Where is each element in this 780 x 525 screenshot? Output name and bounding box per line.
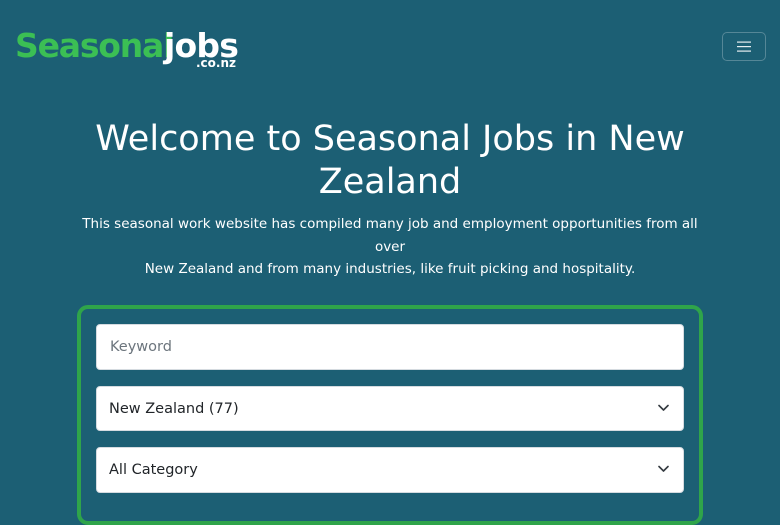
region-select-value: New Zealand (77) (109, 400, 239, 417)
chevron-down-icon (658, 404, 669, 411)
hero-description: This seasonal work website has compiled … (78, 213, 702, 281)
navbar-toggle-button[interactable] (722, 32, 766, 61)
category-select-value: All Category (109, 462, 198, 478)
region-select[interactable]: New Zealand (77) (96, 386, 684, 431)
hamburger-menu-icon (737, 41, 751, 52)
hero-description-line-1: This seasonal work website has compiled … (82, 216, 698, 255)
keyword-field[interactable] (96, 324, 684, 370)
keyword-input[interactable] (110, 339, 683, 355)
page-title: Welcome to Seasonal Jobs in New Zealand (95, 119, 685, 202)
category-select[interactable]: All Category (96, 447, 684, 493)
navbar: Seasonal jobs .co.nz (0, 0, 780, 92)
hero-description-line-2: New Zealand and from many industries, li… (144, 261, 636, 277)
chevron-down-icon (658, 465, 669, 472)
logo-word-seasonal: Seasonal (15, 26, 174, 65)
logo-domain: .co.nz (196, 56, 237, 70)
